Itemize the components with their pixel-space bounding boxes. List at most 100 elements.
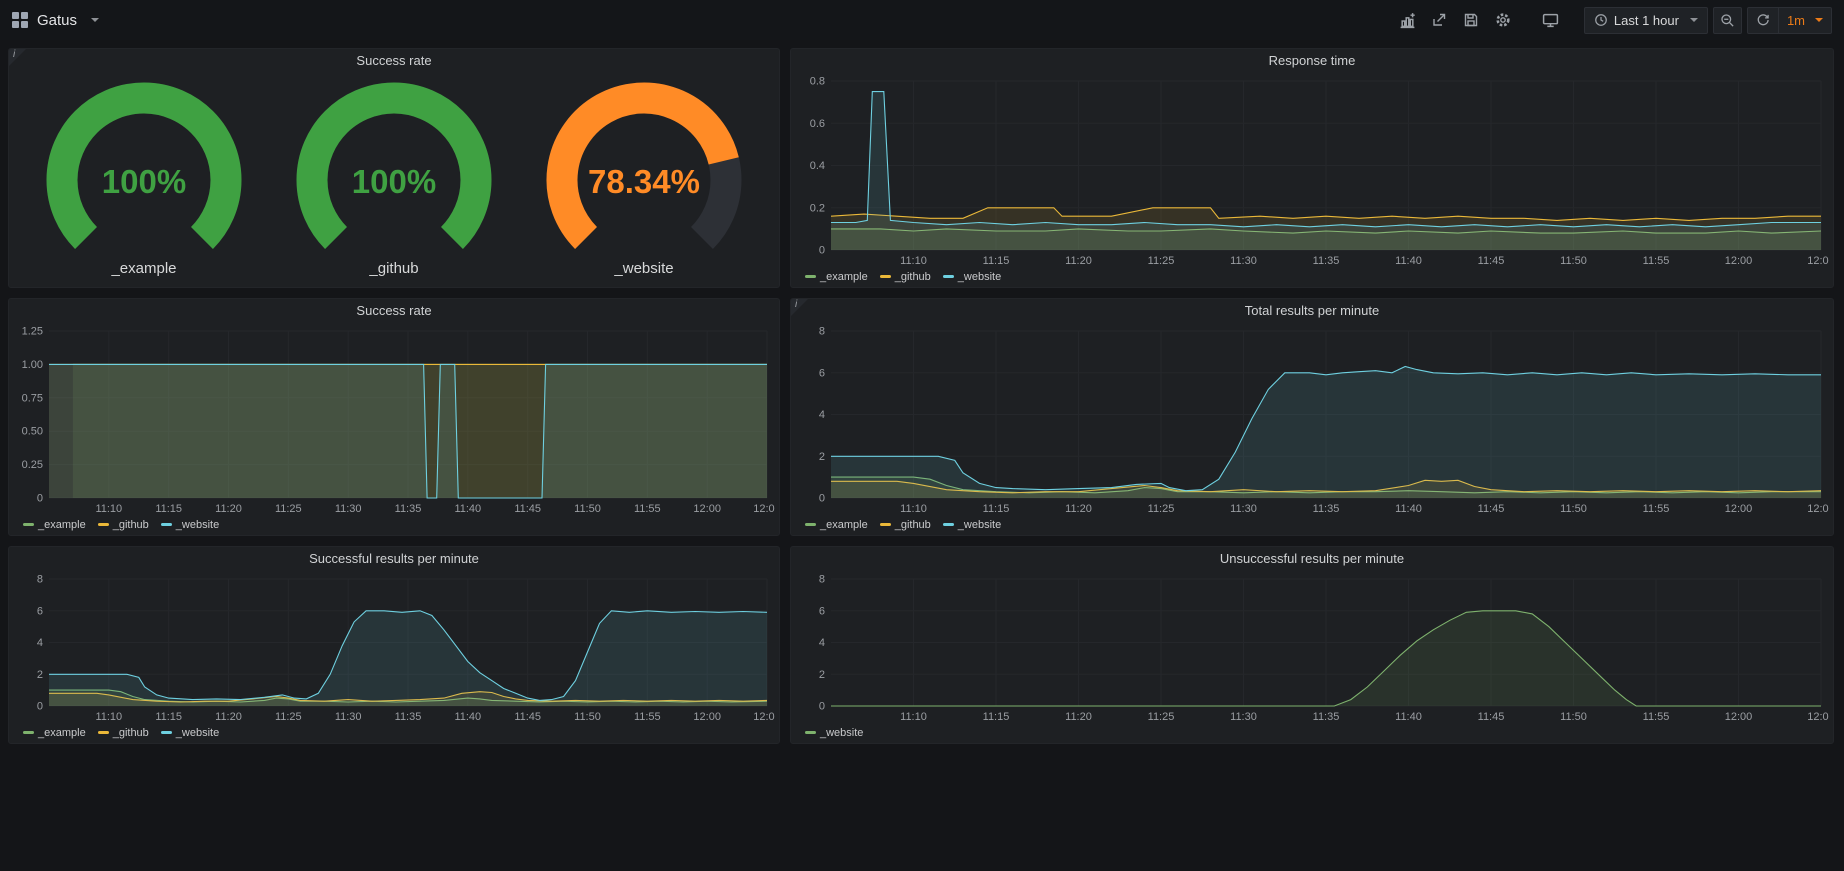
timeseries-chart: 11:1011:1511:2011:2511:3011:3511:4011:45… — [791, 323, 1833, 535]
timeseries-chart: 11:1011:1511:2011:2511:3011:3511:4011:45… — [791, 73, 1833, 287]
timeseries-chart: 11:1011:1511:2011:2511:3011:3511:4011:45… — [9, 571, 779, 743]
svg-text:11:20: 11:20 — [1065, 255, 1092, 267]
svg-text:6: 6 — [819, 605, 825, 617]
save-button[interactable] — [1458, 7, 1485, 34]
legend-item[interactable]: _website — [161, 727, 219, 739]
gauge-label: _example — [111, 260, 176, 277]
svg-text:12:05: 12:05 — [1807, 711, 1829, 723]
panel-title[interactable]: Success rate — [9, 49, 779, 73]
panel-title[interactable]: Successful results per minute — [9, 547, 779, 571]
svg-text:0.50: 0.50 — [22, 426, 43, 438]
legend-item[interactable]: _github — [880, 519, 931, 531]
monitor-icon — [1542, 12, 1559, 29]
svg-text:4: 4 — [819, 637, 825, 649]
legend-item[interactable]: _example — [23, 727, 86, 739]
svg-text:12:05: 12:05 — [1807, 255, 1829, 267]
chart-plot-area[interactable]: 11:1011:1511:2011:2511:3011:3511:4011:45… — [13, 571, 775, 724]
legend-item[interactable]: _example — [23, 519, 86, 531]
panel-title[interactable]: Total results per minute — [791, 299, 1833, 323]
svg-text:0.75: 0.75 — [22, 392, 43, 404]
legend-item[interactable]: _website — [943, 271, 1001, 283]
svg-text:1.25: 1.25 — [22, 326, 43, 338]
time-range-label: Last 1 hour — [1614, 13, 1679, 28]
svg-text:0.2: 0.2 — [810, 202, 825, 214]
svg-text:11:35: 11:35 — [1313, 255, 1340, 267]
legend-item[interactable]: _website — [943, 519, 1001, 531]
panel-info-icon[interactable]: i — [791, 299, 808, 316]
zoom-out-button[interactable] — [1713, 7, 1742, 34]
svg-text:4: 4 — [37, 637, 43, 649]
refresh-interval-caret-icon — [1815, 18, 1823, 22]
svg-text:11:45: 11:45 — [1478, 503, 1505, 515]
legend-item[interactable]: _github — [98, 519, 149, 531]
svg-text:0: 0 — [819, 493, 825, 505]
add-panel-button[interactable] — [1394, 7, 1421, 34]
save-icon — [1463, 12, 1479, 28]
chart-plot-area[interactable]: 11:1011:1511:2011:2511:3011:3511:4011:45… — [795, 571, 1829, 724]
refresh-picker: 1m — [1747, 7, 1832, 34]
panel-title[interactable]: Success rate — [9, 299, 779, 323]
svg-text:11:40: 11:40 — [1395, 503, 1422, 515]
dashboard-title[interactable]: Gatus — [37, 12, 77, 29]
legend-item[interactable]: _example — [805, 271, 868, 283]
legend-item[interactable]: _website — [805, 727, 863, 739]
svg-text:11:55: 11:55 — [1643, 711, 1670, 723]
svg-text:0.25: 0.25 — [22, 459, 43, 471]
panel-successful-results-per-minute: Successful results per minute 11:1011:15… — [8, 546, 780, 744]
time-range-caret-icon — [1690, 18, 1698, 22]
svg-text:6: 6 — [37, 605, 43, 617]
legend-item[interactable]: _example — [805, 519, 868, 531]
panel-title[interactable]: Unsuccessful results per minute — [791, 547, 1833, 571]
refresh-interval-button[interactable]: 1m — [1779, 8, 1831, 33]
chart-legend: _example _github _website — [795, 268, 1829, 285]
settings-button[interactable] — [1490, 7, 1517, 34]
svg-text:11:40: 11:40 — [1395, 255, 1422, 267]
panel-success-rate-timeseries: Success rate 11:1011:1511:2011:2511:3011… — [8, 298, 780, 536]
legend-item[interactable]: _website — [161, 519, 219, 531]
navbar: Gatus — [0, 0, 1844, 40]
svg-text:2: 2 — [819, 451, 825, 463]
panel-info-icon[interactable]: i — [9, 49, 26, 66]
svg-text:11:45: 11:45 — [1478, 711, 1505, 723]
svg-text:0.6: 0.6 — [810, 118, 825, 130]
share-button[interactable] — [1426, 7, 1453, 34]
chart-legend: _example _github _website — [795, 516, 1829, 533]
svg-text:11:50: 11:50 — [1560, 255, 1587, 267]
legend-item[interactable]: _github — [880, 271, 931, 283]
svg-text:11:20: 11:20 — [215, 503, 242, 515]
dashboards-grid-icon[interactable] — [12, 12, 28, 28]
svg-text:0: 0 — [37, 701, 43, 713]
chart-plot-area[interactable]: 11:1011:1511:2011:2511:3011:3511:4011:45… — [795, 73, 1829, 268]
svg-text:11:35: 11:35 — [395, 503, 422, 515]
svg-text:11:45: 11:45 — [1478, 255, 1505, 267]
legend-item[interactable]: _github — [98, 727, 149, 739]
time-range-button[interactable]: Last 1 hour — [1584, 7, 1708, 34]
svg-text:0: 0 — [819, 701, 825, 713]
svg-text:11:40: 11:40 — [1395, 711, 1422, 723]
panel-title[interactable]: Response time — [791, 49, 1833, 73]
refresh-button[interactable] — [1748, 8, 1778, 33]
tv-mode-button[interactable] — [1537, 7, 1564, 34]
timeseries-chart: 11:1011:1511:2011:2511:3011:3511:4011:45… — [9, 323, 779, 535]
chart-plot-area[interactable]: 11:1011:1511:2011:2511:3011:3511:4011:45… — [795, 323, 1829, 516]
dashboard-title-caret-icon[interactable] — [91, 18, 99, 22]
chart-legend: _website — [795, 724, 1829, 741]
chart-plot-area[interactable]: 11:1011:1511:2011:2511:3011:3511:4011:45… — [13, 323, 775, 516]
gauge-value: 100% — [102, 163, 186, 200]
svg-text:8: 8 — [819, 326, 825, 338]
svg-text:11:30: 11:30 — [1230, 255, 1257, 267]
share-icon — [1431, 12, 1447, 28]
svg-text:11:45: 11:45 — [514, 503, 541, 515]
svg-text:11:15: 11:15 — [983, 503, 1010, 515]
svg-text:0: 0 — [819, 245, 825, 257]
chart-legend: _example _github _website — [13, 724, 775, 741]
svg-text:11:15: 11:15 — [155, 711, 182, 723]
gauge-_website: 78.34% _website — [519, 80, 769, 277]
svg-text:6: 6 — [819, 367, 825, 379]
svg-text:11:15: 11:15 — [983, 711, 1010, 723]
svg-text:2: 2 — [819, 669, 825, 681]
gear-icon — [1495, 12, 1511, 28]
gauge-arc: 100% — [19, 80, 269, 258]
svg-text:0.8: 0.8 — [810, 76, 825, 88]
gauge-arc: 100% — [269, 80, 519, 258]
